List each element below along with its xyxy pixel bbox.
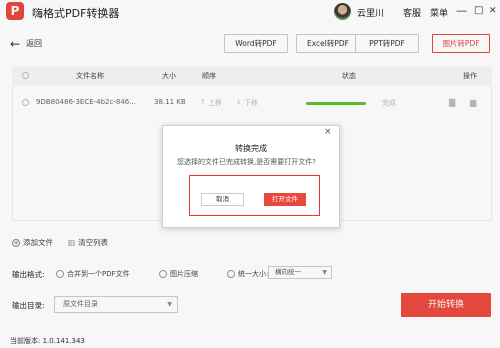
conversion-complete-dialog: × 转换完成 您选择的文件已完成转换,是否需要打开文件? 取消 打开文件: [162, 125, 340, 228]
dialog-close-icon[interactable]: ×: [324, 127, 332, 137]
cancel-button[interactable]: 取消: [201, 193, 244, 206]
dialog-message: 您选择的文件已完成转换,是否需要打开文件?: [177, 158, 316, 166]
open-file-button[interactable]: 打开文件: [264, 193, 306, 206]
dialog-title: 转换完成: [235, 144, 267, 153]
